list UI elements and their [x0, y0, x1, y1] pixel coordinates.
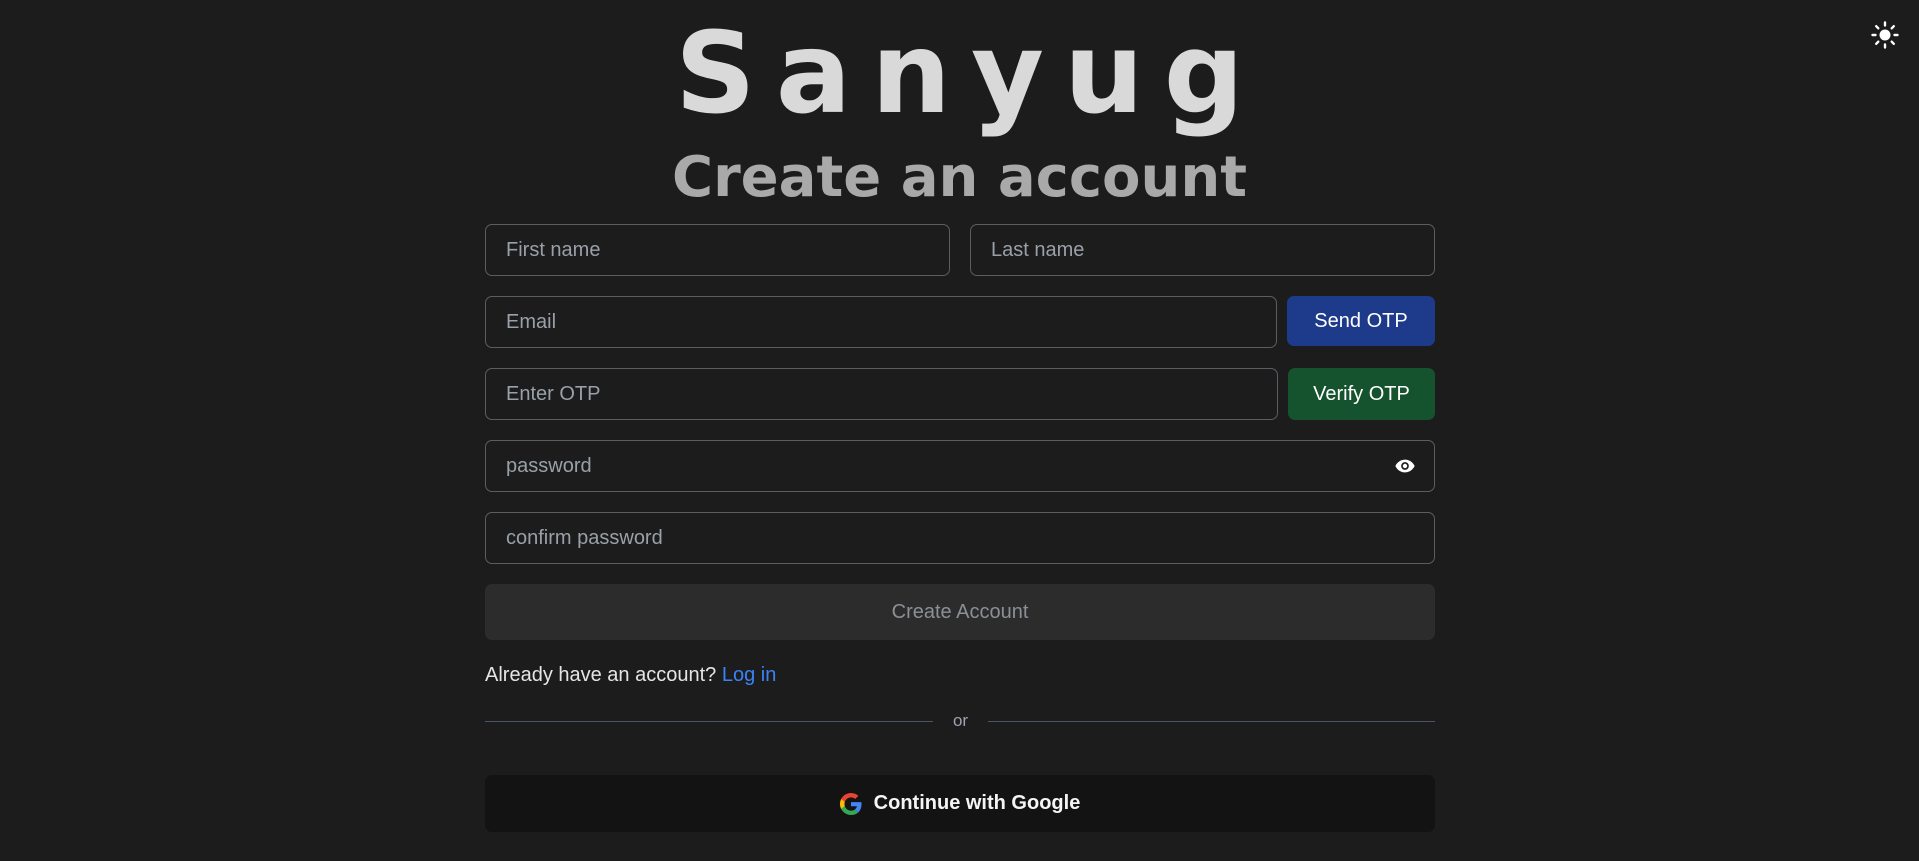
create-account-button[interactable]: Create Account	[485, 584, 1435, 640]
login-prompt-text: Already have an account?	[485, 664, 717, 686]
google-button-label: Continue with Google	[873, 792, 1081, 814]
verify-otp-button[interactable]: Verify OTP	[1288, 368, 1435, 420]
otp-row: Verify OTP	[485, 368, 1435, 420]
page-title: Create an account	[671, 145, 1248, 210]
first-name-input[interactable]	[485, 224, 950, 276]
email-row: Send OTP	[485, 296, 1435, 348]
brand-title: Sanyug	[675, 9, 1264, 139]
or-divider: or	[485, 706, 1435, 736]
divider-line-right	[988, 720, 1435, 722]
login-link[interactable]: Log in	[722, 664, 777, 686]
name-row	[485, 224, 1435, 276]
eye-icon[interactable]	[1394, 456, 1416, 476]
continue-with-google-button[interactable]: Continue with Google	[485, 775, 1435, 832]
email-input[interactable]	[485, 296, 1277, 348]
confirm-password-input[interactable]	[485, 512, 1435, 564]
divider-line-left	[485, 720, 933, 722]
google-logo-icon	[839, 792, 862, 815]
password-wrapper	[485, 440, 1435, 492]
divider-text: or	[952, 711, 969, 730]
password-input[interactable]	[485, 440, 1435, 492]
last-name-input[interactable]	[970, 224, 1435, 276]
send-otp-button[interactable]: Send OTP	[1287, 296, 1435, 346]
login-prompt: Already have an account? Log in	[485, 662, 776, 688]
confirm-password-wrapper	[485, 512, 1435, 564]
otp-input[interactable]	[485, 368, 1278, 420]
